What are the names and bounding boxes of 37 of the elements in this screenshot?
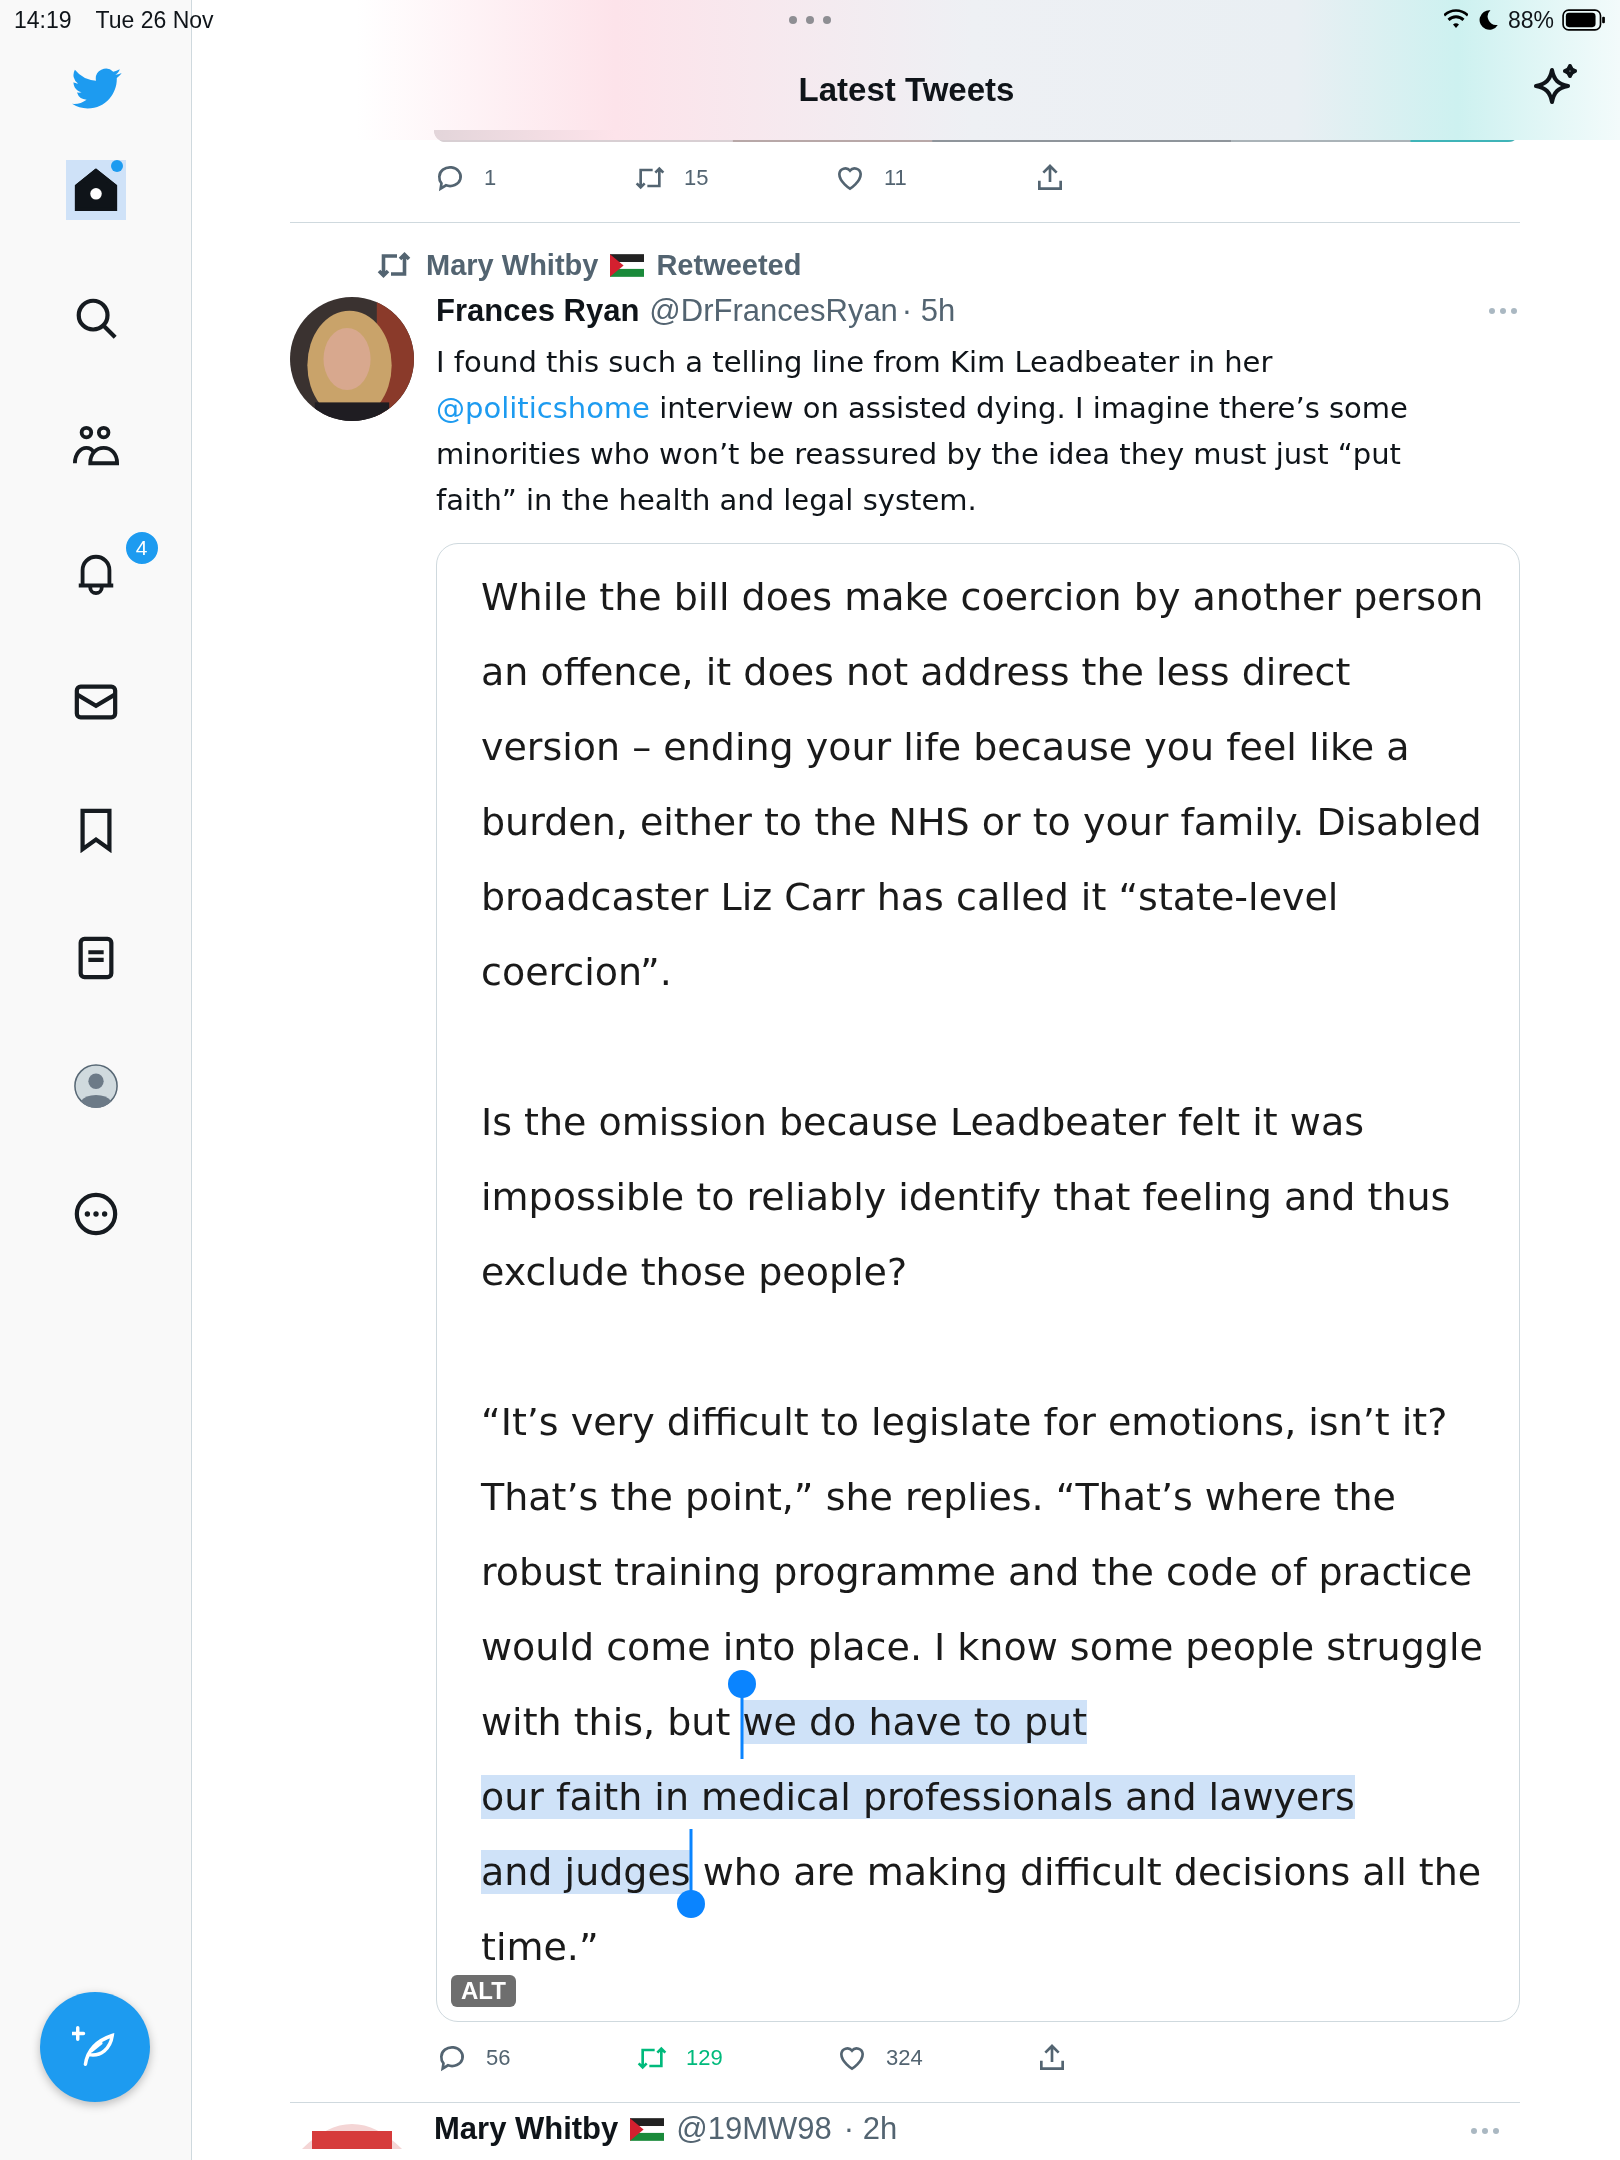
author-name[interactable]: Mary Whitby <box>434 2111 619 2147</box>
compose-button[interactable] <box>40 1992 150 2102</box>
retweeter-name[interactable]: Mary Whitby <box>426 248 599 282</box>
alt-badge[interactable]: ALT <box>451 1975 516 2007</box>
reply-count: 1 <box>484 165 497 191</box>
retweet-count: 129 <box>686 2045 723 2071</box>
battery-percent: 88% <box>1507 6 1554 34</box>
text-selection: and judges <box>481 1850 691 1894</box>
multitask-dots-icon[interactable] <box>788 15 832 25</box>
tweet-time: · 5h <box>901 293 956 329</box>
like-count: 11 <box>884 165 907 191</box>
battery-icon <box>1562 9 1606 31</box>
retweeted-label: Retweeted <box>656 248 802 282</box>
reply-count: 56 <box>486 2045 511 2071</box>
nav-item[interactable] <box>65 160 126 220</box>
text-selection: we do have to put <box>742 1700 1088 1744</box>
flag-icon <box>610 253 645 277</box>
article-paragraph: While the bill does make coercion by another person an offence, it does not address the less direct version – ending your life because you feel like a burden, either to the NHS or to your family. Disabled broadcaster Liz Carr has called it “state-level coercion”. <box>481 574 1485 996</box>
like-count: 324 <box>886 2045 923 2071</box>
text-selection: our faith in medical professionals and lawyers <box>481 1775 1355 1819</box>
article-paragraph: Is the omission because Leadbeater felt it was impossible to reliably identify that feeling and thus exclude those people? <box>481 1099 1452 1296</box>
header-title: Latest Tweets <box>798 71 1015 109</box>
status-date: Tue 26 Nov <box>95 6 214 34</box>
article-paragraph: “It’s very difficult to legislate for emotions, isn’t it? That’s the point,” she replies. “That’s where the robust training programme and the code of practice would come into place. I know some people struggle with this, but we do have to put our faith in medical professionals and lawyers and judges who are making difficult decisions all the time.” <box>481 1399 1484 1971</box>
text-image[interactable] <box>436 543 1520 2022</box>
home-icon[interactable] <box>72 167 119 213</box>
flag-icon <box>630 2117 665 2141</box>
more-icon[interactable] <box>72 1191 119 1237</box>
author-handle[interactable]: @19MW98 <box>676 2111 832 2147</box>
status-time: 14:19 <box>14 6 72 34</box>
tweet-text: I found this such a telling line from Kim Leadbeater in her @politicshome interview on assisted dying. I imagine there’s some minorities who won’t be reassured by the idea they must just “put faith” in the health and legal system. <box>436 344 1409 519</box>
author-name[interactable]: Frances Ryan <box>436 293 640 329</box>
retweet-count: 15 <box>684 165 709 191</box>
notification-badge: 4 <box>123 530 160 566</box>
avatar-icon[interactable] <box>72 1063 119 1109</box>
tweet-time: · 2h <box>843 2111 898 2147</box>
author-handle[interactable]: @DrFrancesRyan <box>649 293 898 329</box>
